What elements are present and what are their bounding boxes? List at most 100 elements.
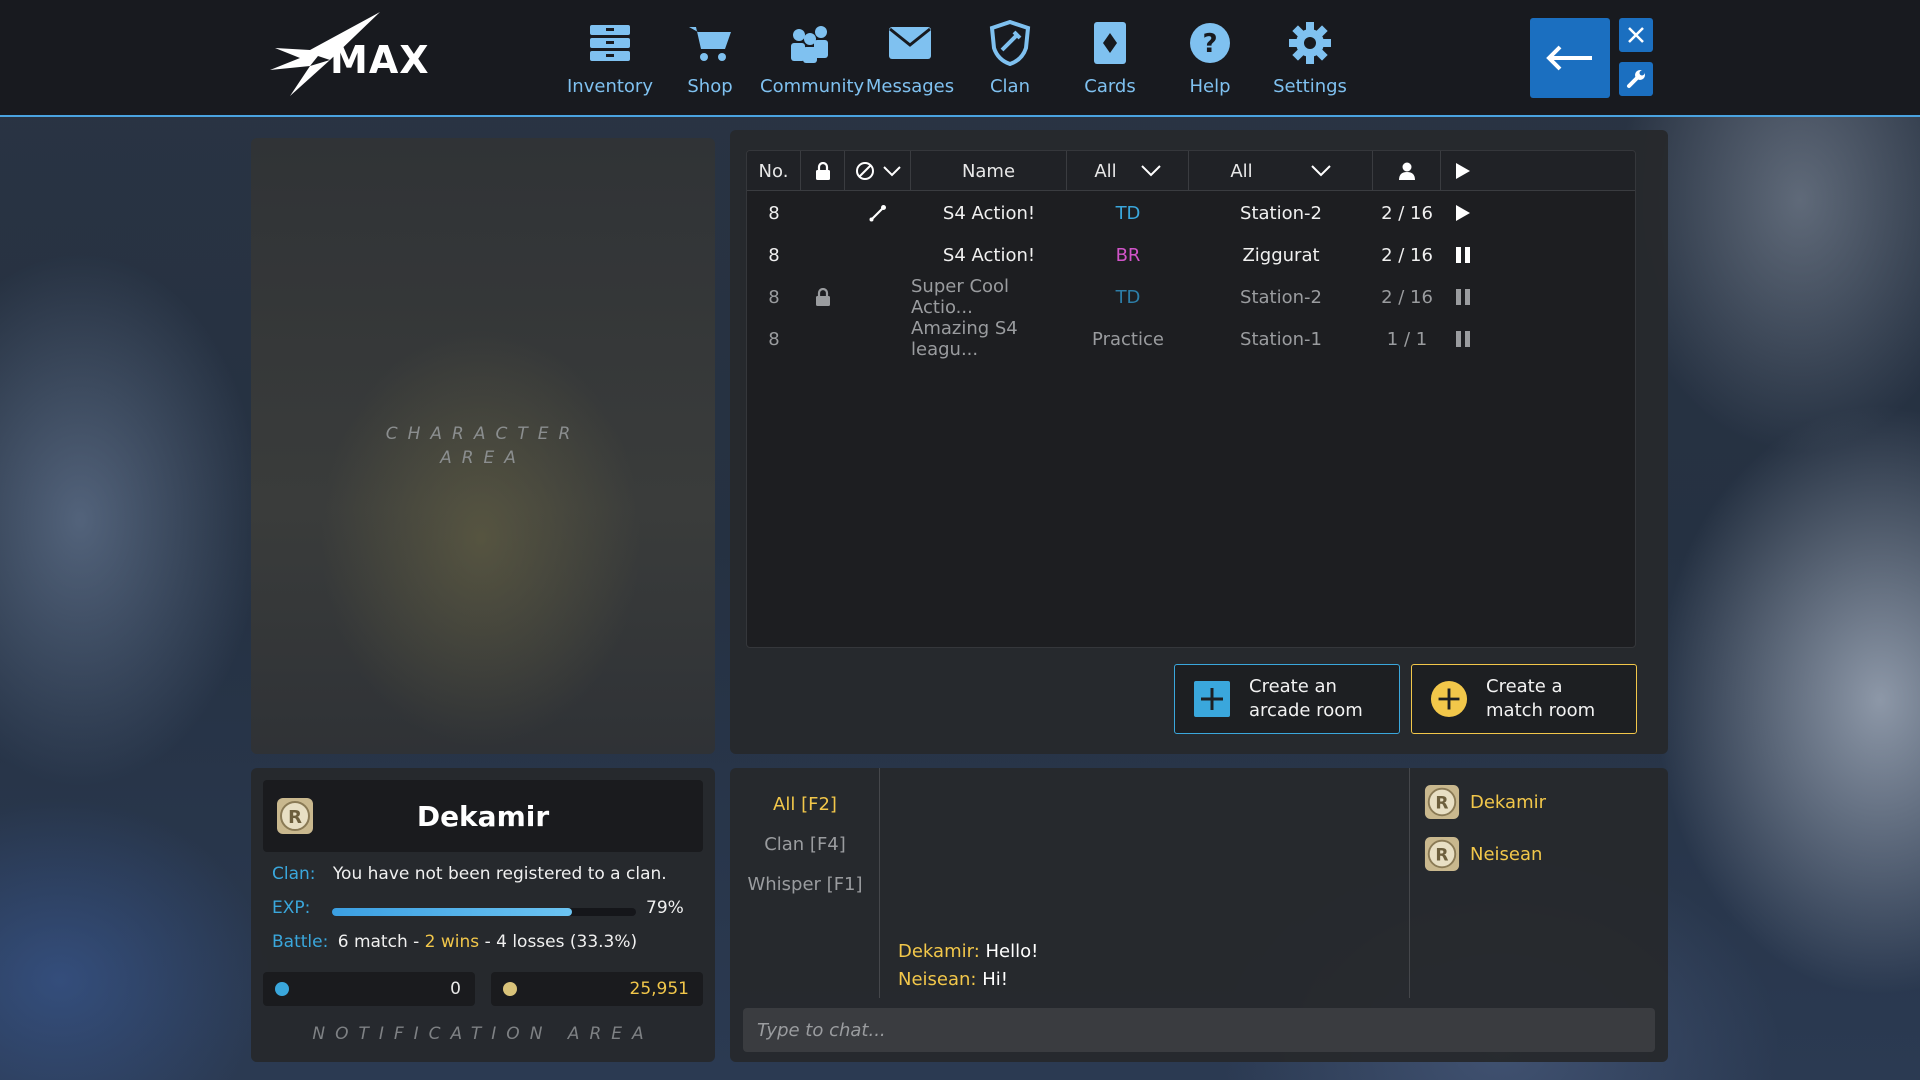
pause-icon — [1456, 331, 1470, 347]
pause-icon — [1456, 289, 1470, 305]
clan-value: You have not been registered to a clan. — [332, 864, 667, 884]
pen-currency: 0 — [263, 972, 475, 1006]
room-table: No. Name All All 8 S4 Action! TD Station… — [746, 150, 1636, 648]
user-name: Neisean — [1470, 843, 1543, 865]
exp-progress-fill — [332, 908, 573, 916]
close-icon — [1628, 27, 1644, 43]
chat-message: Neisean: Hi! — [898, 966, 1038, 994]
nav-shop[interactable]: Shop — [660, 18, 760, 97]
tab-whisper[interactable]: Whisper [F1] — [730, 874, 880, 895]
cell-no: 8 — [768, 286, 780, 308]
close-button[interactable] — [1619, 18, 1653, 52]
player-name: Dekamir — [416, 800, 550, 833]
cell-status — [1441, 318, 1485, 360]
character-panel: CHARACTER AREA — [251, 138, 715, 754]
cell-players: 1 / 1 — [1386, 328, 1428, 350]
header-lock[interactable] — [801, 151, 845, 191]
battle-row: Battle: 6 match - 2 wins - 4 losses (33.… — [272, 932, 637, 952]
tools-button[interactable] — [1619, 62, 1653, 96]
cell-players: 2 / 16 — [1381, 244, 1433, 266]
cell-status — [1441, 234, 1485, 276]
tab-all[interactable]: All [F2] — [730, 794, 880, 815]
cell-name: Amazing S4 leagu... — [911, 318, 1018, 360]
cell-ban — [845, 192, 911, 234]
character-area-label: CHARACTER AREA — [251, 422, 715, 470]
question-icon: ? — [1160, 18, 1260, 68]
create-match-room-button[interactable]: Create a match room — [1411, 664, 1637, 734]
header-ban-filter[interactable] — [845, 151, 911, 191]
tab-clan[interactable]: Clan [F4] — [730, 834, 880, 855]
nav-label: Clan — [989, 76, 1030, 97]
chat-message-user[interactable]: Neisean: — [898, 969, 977, 990]
nav-messages[interactable]: Messages — [860, 18, 960, 97]
header-no[interactable]: No. — [747, 151, 801, 191]
plus-circle-icon — [1430, 680, 1468, 718]
chat-user-list: R Dekamir R Neisean — [1409, 768, 1668, 998]
mode-filter-value: All — [1094, 160, 1117, 182]
table-row[interactable]: 8 S4 Action! TD Station-2 2 / 16 — [747, 192, 1635, 234]
header-status[interactable] — [1441, 151, 1485, 191]
community-icon — [760, 18, 860, 68]
map-filter-value: All — [1230, 160, 1253, 182]
exp-label: EXP: — [272, 898, 311, 918]
lock-icon — [816, 288, 830, 306]
lock-icon — [815, 162, 830, 180]
user-list-item[interactable]: R Dekamir — [1424, 784, 1546, 820]
clan-label: Clan: — [272, 864, 316, 884]
cell-name: S4 Action! — [942, 202, 1036, 224]
header-name[interactable]: Name — [911, 151, 1067, 191]
room-panel: No. Name All All 8 S4 Action! TD Station… — [730, 130, 1668, 754]
nav-label: Messages — [865, 76, 955, 97]
create-arcade-room-button[interactable]: Create an arcade room — [1174, 664, 1400, 734]
chevron-down-icon — [882, 165, 901, 176]
cell-status — [1441, 276, 1485, 318]
table-row[interactable]: 8 Amazing S4 leagu... Practice Station-1… — [747, 318, 1635, 360]
chat-log: Dekamir: Hello! Neisean: Hi! — [898, 938, 1038, 994]
nav-label: Shop — [687, 76, 733, 97]
cell-mode: BR — [1115, 244, 1141, 266]
nav-cards[interactable]: Cards — [1060, 18, 1160, 97]
exp-progress-bar — [332, 908, 636, 916]
chevron-down-icon — [1140, 165, 1161, 177]
header-players[interactable] — [1373, 151, 1441, 191]
create-match-line1: Create a — [1486, 676, 1563, 697]
cell-map: Station-2 — [1240, 286, 1322, 308]
gold-amount: 25,951 — [629, 979, 689, 999]
chat-message-user[interactable]: Dekamir: — [898, 941, 980, 962]
arrow-left-icon — [1546, 45, 1592, 71]
chat-message-text: Hi! — [982, 969, 1008, 990]
header-mode-filter[interactable]: All — [1067, 151, 1189, 191]
cell-map: Station-2 — [1240, 202, 1322, 224]
nav-label: Settings — [1273, 76, 1347, 97]
battle-losses: - 4 losses (33.3%) — [484, 932, 638, 952]
plus-square-icon — [1193, 680, 1231, 718]
svg-text:?: ? — [1202, 29, 1217, 59]
chat-message: Dekamir: Hello! — [898, 938, 1038, 966]
back-button[interactable] — [1530, 18, 1610, 98]
nav-clan[interactable]: Clan — [960, 18, 1060, 97]
cart-icon — [660, 18, 760, 68]
user-list-item[interactable]: R Neisean — [1424, 836, 1542, 872]
create-arcade-line1: Create an — [1249, 676, 1337, 697]
header-map-filter[interactable]: All — [1189, 151, 1373, 191]
create-match-line2: match room — [1486, 700, 1596, 721]
nav-settings[interactable]: Settings — [1260, 18, 1360, 97]
nav-help[interactable]: ? Help — [1160, 18, 1260, 97]
play-icon — [1456, 163, 1470, 179]
battle-matches: 6 match - — [337, 932, 420, 952]
cell-players: 2 / 16 — [1381, 286, 1433, 308]
chat-input[interactable] — [743, 1008, 1655, 1052]
table-header: No. Name All All — [747, 151, 1635, 191]
table-row[interactable]: 8 Super Cool Actio... TD Station-2 2 / 1… — [747, 276, 1635, 318]
cell-no: 8 — [768, 244, 780, 266]
nav-label: Help — [1189, 76, 1231, 97]
table-row[interactable]: 8 S4 Action! BR Ziggurat 2 / 16 — [747, 234, 1635, 276]
nav-inventory[interactable]: Inventory — [560, 18, 660, 97]
clan-row: Clan: You have not been registered to a … — [272, 864, 667, 884]
gold-currency: 25,951 — [491, 972, 703, 1006]
nav-community[interactable]: Community — [760, 18, 864, 97]
top-bar: MAX Inventory Shop Community Messages Cl… — [0, 0, 1920, 117]
cell-name: Super Cool Actio... — [911, 276, 1010, 318]
battle-label: Battle: — [272, 932, 329, 952]
gold-coin-icon — [503, 982, 517, 996]
